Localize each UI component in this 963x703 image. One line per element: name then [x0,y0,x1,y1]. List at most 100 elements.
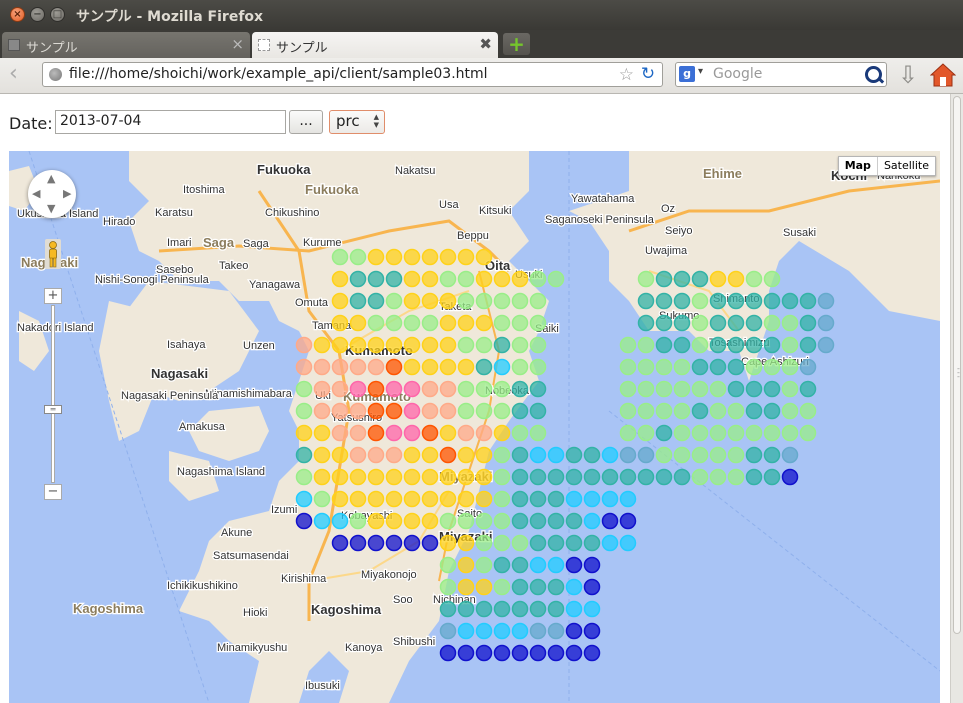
precipitation-dot[interactable] [349,270,367,288]
precipitation-dot[interactable] [439,358,457,376]
precipitation-dot[interactable] [493,314,511,332]
precipitation-dot[interactable] [439,512,457,530]
precipitation-dot[interactable] [781,314,799,332]
precipitation-dot[interactable] [691,446,709,464]
precipitation-dot[interactable] [781,468,799,486]
precipitation-dot[interactable] [547,600,565,618]
precipitation-dot[interactable] [493,644,511,662]
precipitation-dot[interactable] [583,622,601,640]
precipitation-dot[interactable] [601,490,619,508]
precipitation-dot[interactable] [439,622,457,640]
precipitation-dot[interactable] [781,380,799,398]
precipitation-dot[interactable] [673,468,691,486]
precipitation-dot[interactable] [601,446,619,464]
precipitation-dot[interactable] [529,358,547,376]
precipitation-dot[interactable] [529,556,547,574]
precipitation-dot[interactable] [619,402,637,420]
precipitation-dot[interactable] [331,468,349,486]
precipitation-dot[interactable] [763,314,781,332]
precipitation-dot[interactable] [367,292,385,310]
precipitation-dot[interactable] [349,512,367,530]
precipitation-dot[interactable] [547,490,565,508]
precipitation-dot[interactable] [781,292,799,310]
precipitation-dot[interactable] [439,534,457,552]
precipitation-dot[interactable] [727,446,745,464]
precipitation-dot[interactable] [421,512,439,530]
precipitation-dot[interactable] [565,468,583,486]
precipitation-dot[interactable] [763,336,781,354]
precipitation-dot[interactable] [529,644,547,662]
zoom-slider-handle[interactable]: ═ [44,405,62,414]
precipitation-dot[interactable] [457,314,475,332]
precipitation-dot[interactable] [349,380,367,398]
back-button[interactable]: ‹ [9,63,18,85]
precipitation-dot[interactable] [673,336,691,354]
precipitation-dot[interactable] [745,358,763,376]
precipitation-dot[interactable] [727,358,745,376]
tab-close-icon[interactable]: ✖ [479,35,492,53]
precipitation-dot[interactable] [493,380,511,398]
window-close-button[interactable]: × [10,7,25,22]
download-arrow-icon[interactable]: ⇩ [897,63,919,87]
precipitation-dot[interactable] [493,578,511,596]
precipitation-dot[interactable] [493,358,511,376]
precipitation-dot[interactable] [295,424,313,442]
precipitation-dot[interactable] [565,600,583,618]
precipitation-dot[interactable] [619,446,637,464]
precipitation-dot[interactable] [385,248,403,266]
precipitation-dot[interactable] [799,402,817,420]
precipitation-dot[interactable] [781,424,799,442]
precipitation-dot[interactable] [313,424,331,442]
home-icon[interactable] [929,62,957,88]
zoom-slider-track[interactable] [51,305,55,483]
precipitation-dot[interactable] [709,270,727,288]
precipitation-dot[interactable] [439,380,457,398]
precipitation-dot[interactable] [403,424,421,442]
precipitation-dot[interactable] [637,292,655,310]
precipitation-dot[interactable] [673,424,691,442]
precipitation-dot[interactable] [655,380,673,398]
precipitation-dot[interactable] [313,512,331,530]
precipitation-dot[interactable] [457,578,475,596]
precipitation-dot[interactable] [439,248,457,266]
precipitation-dot[interactable] [295,358,313,376]
precipitation-dot[interactable] [439,578,457,596]
precipitation-dot[interactable] [475,402,493,420]
precipitation-dot[interactable] [331,270,349,288]
precipitation-dot[interactable] [457,248,475,266]
precipitation-dot[interactable] [763,446,781,464]
tab-sample-1[interactable]: サンプル × [2,32,250,58]
precipitation-dot[interactable] [403,402,421,420]
precipitation-dot[interactable] [727,314,745,332]
precipitation-dot[interactable] [637,336,655,354]
precipitation-dot[interactable] [565,490,583,508]
precipitation-dot[interactable] [763,402,781,420]
precipitation-dot[interactable] [655,468,673,486]
precipitation-dot[interactable] [403,490,421,508]
precipitation-dot[interactable] [367,446,385,464]
precipitation-dot[interactable] [565,556,583,574]
precipitation-dot[interactable] [439,644,457,662]
precipitation-dot[interactable] [349,292,367,310]
precipitation-dot[interactable] [529,578,547,596]
precipitation-dot[interactable] [709,358,727,376]
precipitation-dot[interactable] [295,512,313,530]
precipitation-dot[interactable] [457,424,475,442]
precipitation-dot[interactable] [385,314,403,332]
precipitation-dot[interactable] [619,490,637,508]
precipitation-dot[interactable] [547,578,565,596]
precipitation-dot[interactable] [295,402,313,420]
precipitation-dot[interactable] [511,424,529,442]
date-input[interactable]: 2013-07-04 [55,110,286,134]
precipitation-dot[interactable] [547,644,565,662]
precipitation-dot[interactable] [385,402,403,420]
precipitation-dot[interactable] [619,380,637,398]
precipitation-dot[interactable] [349,248,367,266]
precipitation-dot[interactable] [511,534,529,552]
map-canvas[interactable]: Fukuoka Fukuoka Nakatsu Usa Kitsuki Itoshima K… [9,151,940,703]
precipitation-dot[interactable] [583,578,601,596]
precipitation-dot[interactable] [529,402,547,420]
map-type-toggle[interactable]: Map Satellite [837,156,936,176]
precipitation-dot[interactable] [475,248,493,266]
tab-close-icon[interactable]: × [231,35,244,53]
